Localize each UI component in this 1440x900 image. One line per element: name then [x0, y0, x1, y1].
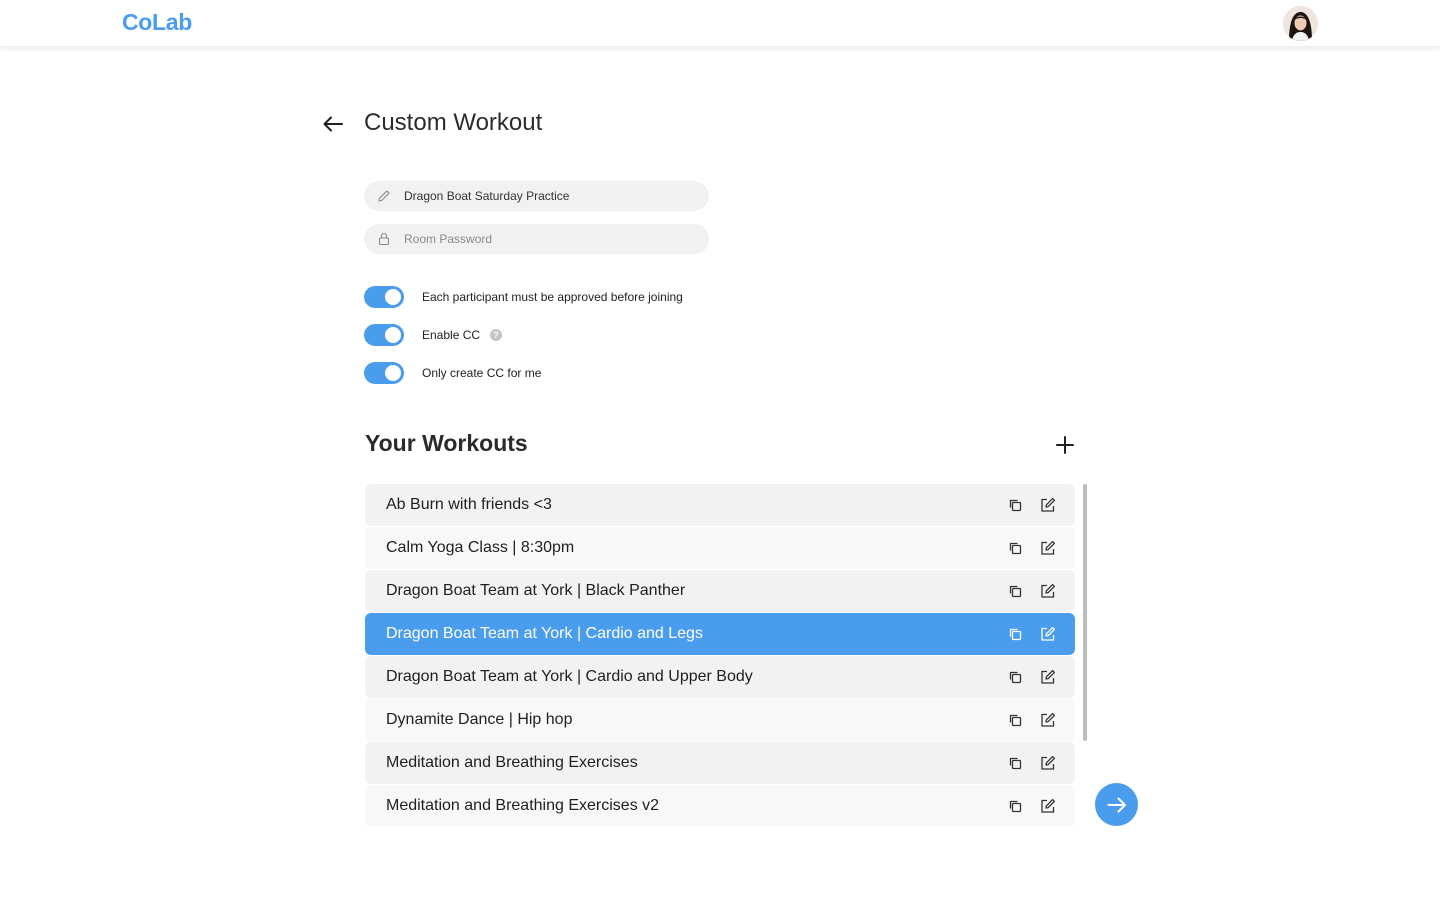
top-bar: CoLab — [0, 0, 1440, 47]
next-button[interactable] — [1095, 783, 1138, 826]
row-actions — [1005, 624, 1057, 643]
workout-row[interactable]: Dynamite Dance | Hip hop — [365, 699, 1075, 741]
back-button[interactable] — [320, 111, 346, 137]
copy-workout-button[interactable] — [1005, 667, 1024, 686]
avatar-image — [1283, 6, 1318, 41]
workout-row[interactable]: Meditation and Breathing Exercises v2 — [365, 785, 1075, 826]
toggle-label: Only create CC for me — [422, 366, 542, 380]
edit-icon — [1040, 712, 1056, 728]
copy-icon — [1008, 627, 1022, 641]
copy-icon — [1008, 498, 1022, 512]
copy-workout-button[interactable] — [1005, 538, 1024, 557]
row-actions — [1005, 796, 1057, 815]
edit-icon — [1040, 626, 1056, 642]
edit-workout-button[interactable] — [1038, 538, 1057, 557]
app-logo[interactable]: CoLab — [122, 9, 192, 36]
edit-workout-button[interactable] — [1038, 581, 1057, 600]
room-password-input[interactable] — [404, 225, 694, 253]
row-actions — [1005, 538, 1057, 557]
copy-icon — [1008, 541, 1022, 555]
approval-toggle[interactable] — [364, 286, 404, 308]
edit-icon — [1040, 540, 1056, 556]
row-actions — [1005, 495, 1057, 514]
user-avatar[interactable] — [1283, 6, 1318, 41]
workout-list: Ab Burn with friends <3 Calm Yoga Class … — [365, 484, 1075, 826]
edit-workout-button[interactable] — [1038, 710, 1057, 729]
workout-name: Calm Yoga Class | 8:30pm — [386, 539, 575, 556]
add-workout-button[interactable] — [1052, 432, 1078, 458]
toggle-knob — [385, 289, 401, 305]
edit-icon — [1040, 669, 1056, 685]
edit-icon — [1040, 755, 1056, 771]
toggle-row-approval: Each participant must be approved before… — [364, 286, 683, 308]
cc-only-me-toggle[interactable] — [364, 362, 404, 384]
plus-icon — [1056, 436, 1074, 454]
copy-workout-button[interactable] — [1005, 581, 1024, 600]
workout-name: Dragon Boat Team at York | Cardio and Up… — [386, 668, 753, 685]
workout-name: Meditation and Breathing Exercises v2 — [386, 797, 660, 814]
workout-row[interactable]: Dragon Boat Team at York | Cardio and Le… — [365, 613, 1075, 655]
workout-row[interactable]: Calm Yoga Class | 8:30pm — [365, 527, 1075, 569]
workout-row[interactable]: Ab Burn with friends <3 — [365, 484, 1075, 526]
toggle-label: Enable CC — [422, 328, 481, 342]
copy-workout-button[interactable] — [1005, 710, 1024, 729]
copy-workout-button[interactable] — [1005, 796, 1024, 815]
copy-icon — [1008, 670, 1022, 684]
row-actions — [1005, 710, 1057, 729]
workout-name: Ab Burn with friends <3 — [386, 496, 552, 513]
workouts-section-title: Your Workouts — [365, 430, 528, 456]
workout-name: Meditation and Breathing Exercises — [386, 754, 638, 771]
workout-row[interactable]: Dragon Boat Team at York | Cardio and Up… — [365, 656, 1075, 698]
edit-workout-button[interactable] — [1038, 753, 1057, 772]
workout-row[interactable]: Meditation and Breathing Exercises — [365, 742, 1075, 784]
edit-workout-button[interactable] — [1038, 667, 1057, 686]
page-title: Custom Workout — [364, 109, 543, 136]
copy-icon — [1008, 756, 1022, 770]
workout-list-scrollbar[interactable] — [1083, 484, 1087, 741]
copy-workout-button[interactable] — [1005, 753, 1024, 772]
row-actions — [1005, 667, 1057, 686]
toggle-knob — [385, 327, 401, 343]
workout-name-input[interactable] — [404, 182, 694, 210]
arrow-left-icon — [323, 116, 343, 132]
workout-row[interactable]: Dragon Boat Team at York | Black Panther — [365, 570, 1075, 612]
toggle-label: Each participant must be approved before… — [422, 290, 683, 304]
workout-name: Dragon Boat Team at York | Black Panther — [386, 582, 686, 599]
arrow-right-icon — [1107, 797, 1126, 812]
help-icon[interactable]: ? — [490, 329, 503, 341]
copy-icon — [1008, 584, 1022, 598]
copy-icon — [1008, 713, 1022, 727]
edit-workout-button[interactable] — [1038, 796, 1057, 815]
workout-name-field[interactable] — [364, 181, 709, 211]
workout-name: Dragon Boat Team at York | Cardio and Le… — [386, 625, 703, 642]
edit-icon — [1040, 798, 1056, 814]
enable-cc-toggle[interactable] — [364, 324, 404, 346]
pencil-icon — [376, 188, 392, 204]
row-actions — [1005, 581, 1057, 600]
edit-workout-button[interactable] — [1038, 495, 1057, 514]
edit-icon — [1040, 497, 1056, 513]
room-password-field[interactable] — [364, 224, 709, 254]
row-actions — [1005, 753, 1057, 772]
copy-workout-button[interactable] — [1005, 624, 1024, 643]
toggle-row-cc-only-me: Only create CC for me — [364, 362, 541, 384]
toggle-knob — [385, 365, 401, 381]
copy-icon — [1008, 799, 1022, 813]
edit-workout-button[interactable] — [1038, 624, 1057, 643]
workout-name: Dynamite Dance | Hip hop — [386, 711, 573, 728]
lock-icon — [376, 231, 392, 247]
edit-icon — [1040, 583, 1056, 599]
toggle-row-enable-cc: Enable CC ? — [364, 324, 503, 346]
copy-workout-button[interactable] — [1005, 495, 1024, 514]
